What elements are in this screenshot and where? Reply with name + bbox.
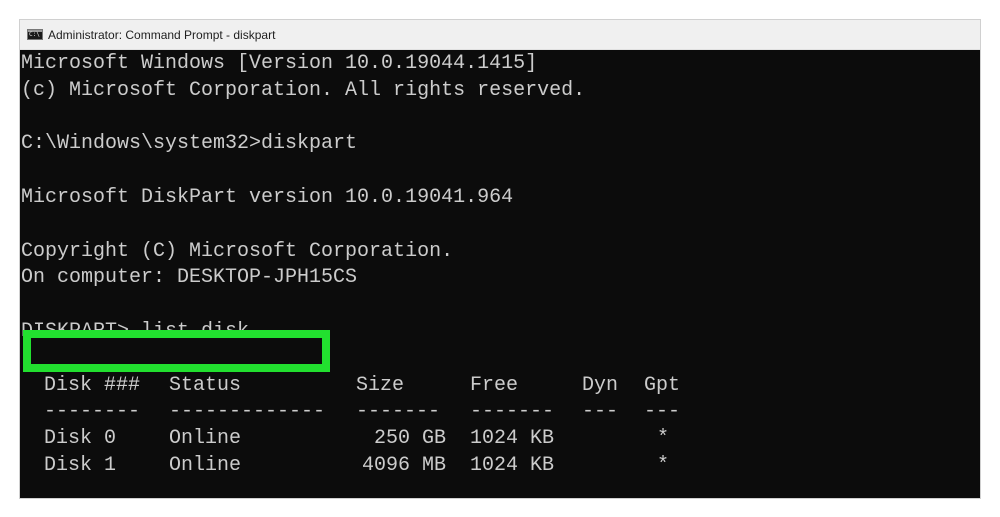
separator-disk: -------- bbox=[44, 400, 141, 424]
console-line: Microsoft Windows [Version 10.0.19044.14… bbox=[21, 52, 538, 75]
console-line: (c) Microsoft Corporation. All rights re… bbox=[21, 78, 586, 102]
disk-gpt: * bbox=[657, 453, 670, 477]
separator-size: ------- bbox=[356, 400, 441, 424]
header-dyn: Dyn bbox=[582, 373, 619, 397]
window-title: Administrator: Command Prompt - diskpart bbox=[48, 27, 276, 42]
list-disk-command: DISKPART> list disk bbox=[21, 319, 250, 343]
separator-gpt: --- bbox=[644, 400, 681, 424]
disk-table: Disk ### Status Size Free Dyn Gpt ------… bbox=[20, 373, 980, 480]
header-free: Free bbox=[470, 373, 519, 397]
disk-size: 250 GB bbox=[373, 427, 446, 451]
console-line: On computer: DESKTOP-JPH15CS bbox=[21, 266, 358, 290]
disk-id: Disk 1 bbox=[44, 453, 117, 477]
disk-id: Disk 0 bbox=[44, 427, 117, 451]
table-row: Disk 0 Online 250 GB 1024 KB * bbox=[20, 426, 980, 453]
separator-free: ------- bbox=[470, 400, 555, 424]
console-line: C:\Windows\system32>diskpart bbox=[21, 132, 358, 156]
command-prompt-window[interactable]: Administrator: Command Prompt - diskpart… bbox=[20, 20, 980, 498]
disk-table-separator: -------- ------------- ------- ------- -… bbox=[20, 399, 980, 426]
header-size: Size bbox=[356, 373, 405, 397]
separator-status: ------------- bbox=[169, 400, 326, 424]
header-disk: Disk ### bbox=[44, 373, 141, 397]
console-line: Microsoft DiskPart version 10.0.19041.96… bbox=[21, 185, 514, 209]
header-status: Status bbox=[169, 373, 242, 397]
disk-table-header: Disk ### Status Size Free Dyn Gpt bbox=[20, 373, 980, 400]
cmd-icon bbox=[27, 29, 43, 40]
table-row: Disk 1 Online 4096 MB 1024 KB * bbox=[20, 453, 980, 480]
title-bar[interactable]: Administrator: Command Prompt - diskpart bbox=[20, 20, 980, 50]
disk-free: 1024 KB bbox=[470, 453, 555, 477]
disk-status: Online bbox=[169, 427, 242, 451]
disk-status: Online bbox=[169, 453, 242, 477]
separator-dyn: --- bbox=[582, 400, 619, 424]
disk-size: 4096 MB bbox=[361, 453, 446, 477]
disk-free: 1024 KB bbox=[470, 427, 555, 451]
console-output[interactable]: Microsoft Windows [Version 10.0.19044.14… bbox=[20, 50, 980, 498]
header-gpt: Gpt bbox=[644, 373, 681, 397]
disk-gpt: * bbox=[657, 427, 670, 451]
console-line: Copyright (C) Microsoft Corporation. bbox=[21, 239, 454, 263]
